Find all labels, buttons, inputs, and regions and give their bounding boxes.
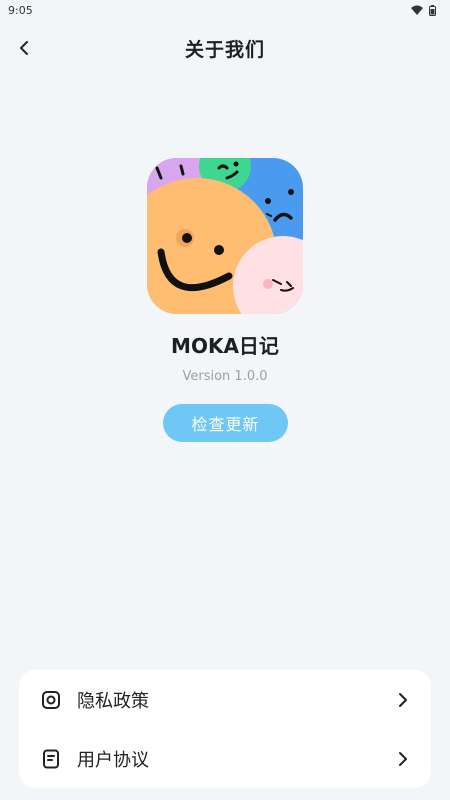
check-update-button[interactable]: 检查更新 <box>163 404 288 442</box>
chevron-right-icon <box>395 692 411 708</box>
agreement-icon <box>41 749 61 769</box>
app-logo-image <box>147 158 303 314</box>
menu-card: 隐私政策 用户协议 <box>19 670 431 788</box>
app-version: Version 1.0.0 <box>182 369 268 384</box>
status-bar: 9:05 <box>0 0 450 20</box>
app-logo <box>147 158 303 314</box>
battery-icon <box>429 4 436 16</box>
menu-item-user-agreement[interactable]: 用户协议 <box>19 729 431 788</box>
privacy-icon <box>41 690 61 710</box>
wifi-icon <box>411 5 423 15</box>
chevron-right-icon <box>395 751 411 767</box>
menu-item-label: 隐私政策 <box>77 690 149 712</box>
status-time: 9:05 <box>8 3 33 17</box>
menu-item-privacy-policy[interactable]: 隐私政策 <box>19 670 431 729</box>
header: 关于我们 <box>0 26 450 70</box>
app-name: MOKA日记 <box>171 334 279 358</box>
status-icons <box>411 4 436 16</box>
menu-item-label: 用户协议 <box>77 749 149 771</box>
back-arrow-icon <box>20 41 28 55</box>
page-title: 关于我们 <box>184 38 265 61</box>
back-button[interactable] <box>10 34 38 62</box>
about-screen: 9:05 关于我们 MOKA日记 Version 1.0.0 检查更新 隐私政策… <box>0 0 450 800</box>
